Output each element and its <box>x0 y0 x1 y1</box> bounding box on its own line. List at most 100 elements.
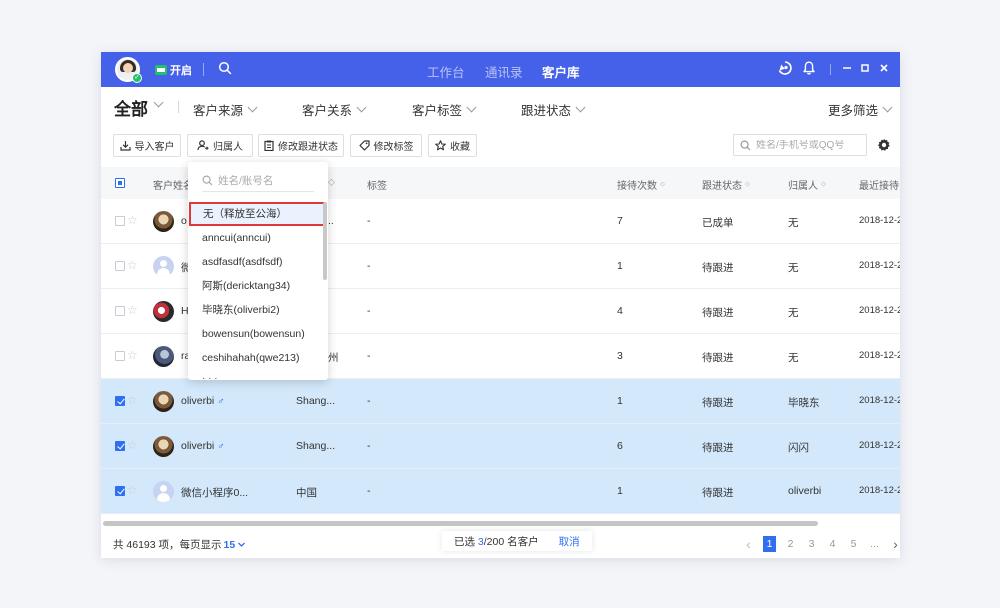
star-icon[interactable]: ☆ <box>127 303 138 317</box>
avatar <box>153 346 174 367</box>
horizontal-scrollbar[interactable] <box>101 520 900 526</box>
customer-tag: - <box>367 485 371 497</box>
help-icon[interactable] <box>777 60 793 76</box>
owner-option[interactable]: asdfasdf(asdfsdf) <box>188 250 328 274</box>
search-icon <box>202 175 213 186</box>
edit-follow-status-button[interactable]: 修改跟进状态 <box>258 134 344 157</box>
close-icon <box>880 64 888 72</box>
tab-workbench[interactable]: 工作台 <box>427 62 465 81</box>
row-checkbox[interactable] <box>115 441 125 451</box>
table-row[interactable]: ☆ oliverbi ♂ Shang... - 6 待跟进 闪闪 2018-12-… <box>101 424 900 469</box>
star-icon[interactable]: ☆ <box>127 483 138 497</box>
star-icon[interactable]: ☆ <box>127 438 138 452</box>
selected-count: 已选 3/200 名客户 <box>454 534 539 549</box>
minimize-button[interactable] <box>840 61 854 75</box>
chevron-down-icon[interactable] <box>237 540 246 549</box>
customer-name[interactable]: oliverbi ♂ <box>181 395 225 407</box>
customer-search[interactable] <box>733 134 867 156</box>
star-icon[interactable]: ☆ <box>127 393 138 407</box>
reception-count: 1 <box>617 260 623 272</box>
last-reception: 2018-12-2 <box>859 440 900 451</box>
star-icon <box>435 140 446 151</box>
table-row[interactable]: ☆ 微信小程序0... 中国 - 1 待跟进 oliverbi 2018-12-… <box>101 469 900 514</box>
page-size-select[interactable]: 15 <box>224 539 236 551</box>
owner-option[interactable]: bowensun(bowensun) <box>188 322 328 346</box>
owner-option[interactable]: 毕晓东(oliverbi2) <box>188 298 328 322</box>
close-button[interactable] <box>877 61 891 75</box>
action-toolbar: 导入客户 归属人 修改跟进状态 修改标签 收藏 姓名/手机号或QQ号 <box>101 134 900 158</box>
import-customer-button[interactable]: 导入客户 <box>113 134 181 157</box>
customer-name[interactable]: 微信小程序0... <box>181 485 248 500</box>
owner-option[interactable]: 无（释放至公海） <box>189 202 325 226</box>
filter-follow-status[interactable]: 跟进状态 <box>521 100 586 119</box>
customer-name[interactable]: o <box>181 215 187 227</box>
customer-name[interactable]: oliverbi ♂ <box>181 440 225 452</box>
customer-tag: - <box>367 395 371 407</box>
last-reception: 2018-12-2 <box>859 350 900 361</box>
star-icon[interactable]: ☆ <box>127 213 138 227</box>
header-last: 最近接待 <box>859 181 899 192</box>
favorite-button[interactable]: 收藏 <box>428 134 477 157</box>
header-count[interactable]: 接待次数 ⬦ <box>617 177 665 192</box>
sort-icon[interactable]: ⬦ <box>328 177 335 188</box>
pagination: ‹ 1 2 3 4 5 ... › <box>738 536 900 552</box>
tab-customer-library[interactable]: 客户库 <box>542 62 580 81</box>
customer-region: Shang... <box>296 440 336 452</box>
owner: oliverbi <box>788 485 822 497</box>
header-status[interactable]: 跟进状态 ⬦ <box>702 177 750 192</box>
row-checkbox[interactable] <box>115 261 125 271</box>
prev-page-button[interactable]: ‹ <box>738 536 759 552</box>
row-checkbox[interactable] <box>115 216 125 226</box>
sort-icon: ⬦ <box>660 181 665 188</box>
page-1[interactable]: 1 <box>763 536 776 552</box>
scrollbar-thumb[interactable] <box>103 521 818 526</box>
gear-icon[interactable] <box>877 138 891 152</box>
customer-tag: - <box>367 350 371 362</box>
dropdown-scrollbar[interactable] <box>323 202 327 280</box>
star-icon[interactable]: ☆ <box>127 348 138 362</box>
owner-option[interactable]: ceshihahah(qwe213) <box>188 346 328 370</box>
owner-search-input[interactable] <box>218 174 308 187</box>
next-page-button[interactable]: › <box>885 536 900 552</box>
filter-tag[interactable]: 客户标签 <box>412 100 477 119</box>
filter-follow-status-label: 跟进状态 <box>521 104 572 118</box>
owner-option[interactable]: 阿斯(dericktang34) <box>188 274 328 298</box>
filter-relation[interactable]: 客户关系 <box>302 100 367 119</box>
search-icon[interactable] <box>218 61 232 75</box>
row-checkbox[interactable] <box>115 351 125 361</box>
sort-icon: ⬦ <box>745 181 750 188</box>
owner-button[interactable]: 归属人 <box>187 134 253 157</box>
follow-status: 已成单 <box>702 217 734 229</box>
page-3[interactable]: 3 <box>801 536 822 552</box>
more-filters[interactable]: 更多筛选 <box>828 100 893 119</box>
customer-region: 州 <box>328 352 339 364</box>
page-ellipsis[interactable]: ... <box>864 536 885 552</box>
follow-status: 待跟进 <box>702 397 734 409</box>
page-4[interactable]: 4 <box>822 536 843 552</box>
owner-search[interactable] <box>202 170 314 192</box>
filter-source[interactable]: 客户来源 <box>193 100 258 119</box>
page-5[interactable]: 5 <box>843 536 864 552</box>
owner: 无 <box>788 217 799 229</box>
star-icon[interactable]: ☆ <box>127 258 138 272</box>
page-2[interactable]: 2 <box>780 536 801 552</box>
chevron-down-icon[interactable] <box>153 97 164 108</box>
row-checkbox[interactable] <box>115 486 125 496</box>
header-owner[interactable]: 归属人 ⬦ <box>788 177 826 192</box>
customer-search-input[interactable] <box>756 139 864 151</box>
maximize-button[interactable] <box>858 61 872 75</box>
cancel-selection-button[interactable]: 取消 <box>559 534 580 549</box>
table-row[interactable]: ☆ oliverbi ♂ Shang... - 1 待跟进 毕晓东 2018-12… <box>101 379 900 424</box>
edit-tag-button[interactable]: 修改标签 <box>350 134 422 157</box>
status-toggle[interactable]: 开启 <box>155 62 192 78</box>
row-checkbox[interactable] <box>115 396 125 406</box>
select-all-checkbox[interactable] <box>115 178 125 188</box>
owner-dropdown: 无（释放至公海） anncui(anncui) asdfasdf(asdfsdf… <box>188 162 328 380</box>
row-checkbox[interactable] <box>115 306 125 316</box>
bell-icon[interactable] <box>801 60 817 76</box>
filter-all[interactable]: 全部 <box>114 95 148 120</box>
follow-status: 待跟进 <box>702 442 734 454</box>
owner-label: 归属人 <box>213 142 243 153</box>
tab-contacts[interactable]: 通讯录 <box>485 62 523 81</box>
owner-option[interactable]: anncui(anncui) <box>188 226 328 250</box>
